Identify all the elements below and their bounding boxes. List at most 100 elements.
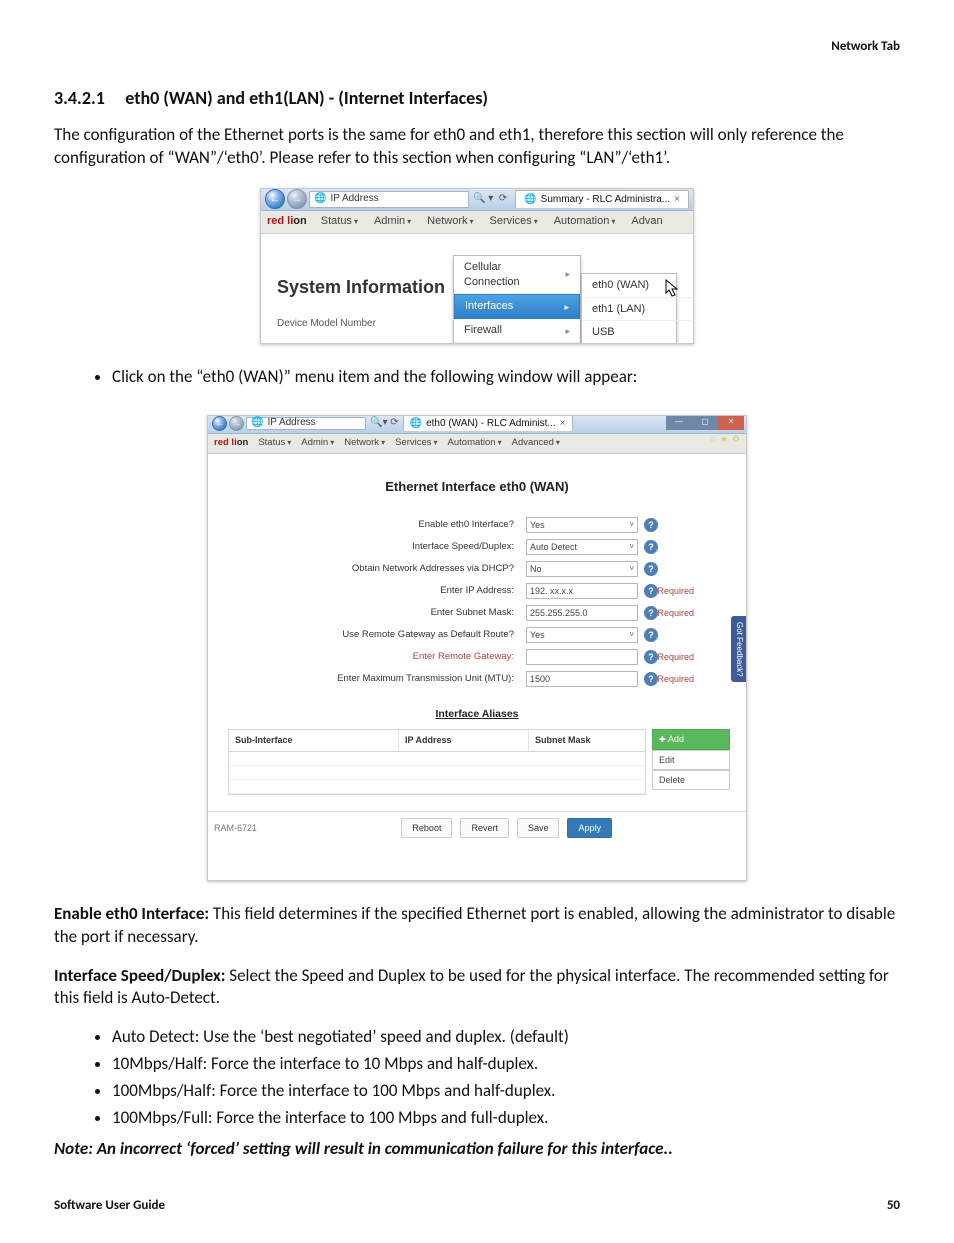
ie-toolbar-icons: ⌂ ★ ⚙ xyxy=(710,433,740,445)
nav-advanced[interactable]: Advan xyxy=(631,214,662,229)
delete-button[interactable]: Delete xyxy=(652,770,730,790)
nav-advanced[interactable]: Advanced xyxy=(512,437,560,450)
table-row[interactable] xyxy=(229,780,645,794)
form-value: 192. xx.x.x xyxy=(530,585,573,597)
form-label: Use Remote Gateway as Default Route? xyxy=(310,629,520,642)
gear-icon[interactable]: ⚙ xyxy=(732,433,740,445)
form-label: Enter Remote Gateway: xyxy=(310,651,520,664)
nav-automation[interactable]: Automation xyxy=(448,437,502,450)
menu-tunneling[interactable]: Tunneling xyxy=(454,343,580,344)
nav-services[interactable]: Services xyxy=(395,437,437,450)
required-badge: Required xyxy=(655,673,696,685)
form-value: Auto Detect xyxy=(530,541,577,553)
form-value: Yes xyxy=(530,519,545,531)
help-icon[interactable]: ? xyxy=(644,518,658,532)
window-max-button[interactable]: ▢ xyxy=(692,416,718,430)
window-buttons: — ▢ ✕ xyxy=(666,416,744,430)
forward-button[interactable]: → xyxy=(229,416,244,431)
feedback-tab[interactable]: Got Feedback? xyxy=(731,616,746,683)
form-input[interactable]: 192. xx.x.x xyxy=(526,583,638,599)
screenshot-menu: ← → 🌐 IP Address 🔍 ▾ ⟳ 🌐 Summary - RLC A… xyxy=(260,188,694,344)
warning-note: Note: An incorrect ‘forced’ setting will… xyxy=(54,1138,900,1161)
tab-title: Summary - RLC Administra... xyxy=(541,193,670,207)
address-field[interactable]: 🌐 IP Address xyxy=(246,417,366,430)
menu-interfaces[interactable]: Interfaces▸ xyxy=(454,294,580,319)
home-icon[interactable]: ⌂ xyxy=(710,433,715,445)
menu-firewall[interactable]: Firewall▸ xyxy=(454,319,580,343)
revert-button[interactable]: Revert xyxy=(460,818,509,838)
menu-cellular[interactable]: Cellular Connection▸ xyxy=(454,256,580,295)
nav-status[interactable]: Status xyxy=(321,214,358,229)
form-input[interactable] xyxy=(526,649,638,665)
edit-button[interactable]: Edit xyxy=(652,750,730,770)
browser-tab[interactable]: 🌐 eth0 (WAN) - RLC Administ... × xyxy=(403,415,573,432)
globe-icon: 🌐 xyxy=(314,192,326,206)
address-field[interactable]: 🌐 IP Address xyxy=(309,191,469,208)
close-tab-icon[interactable]: × xyxy=(674,193,680,207)
explain-speed: Interface Speed/Duplex: Select the Speed… xyxy=(54,965,900,1011)
submenu-eth0[interactable]: eth0 (WAN) xyxy=(582,274,692,298)
tab-title: eth0 (WAN) - RLC Administ... xyxy=(426,417,556,431)
required-badge: Required xyxy=(655,651,696,663)
form-select[interactable]: Yes xyxy=(526,517,638,533)
form-select[interactable]: Yes xyxy=(526,627,638,643)
forward-button[interactable]: → xyxy=(287,189,307,209)
form-select[interactable]: Auto Detect xyxy=(526,539,638,555)
explain-enable-head: Enable eth0 Interface: xyxy=(54,903,209,924)
form-row: Enter IP Address:192. xx.x.x?Required xyxy=(224,583,730,599)
submenu-eth1[interactable]: eth1 (LAN) xyxy=(582,298,692,322)
nav-network[interactable]: Network xyxy=(344,437,385,450)
form-label: Obtain Network Addresses via DHCP? xyxy=(310,563,520,576)
site-navbar: red lion Status Admin Network Services A… xyxy=(261,211,693,234)
table-row[interactable] xyxy=(229,752,645,766)
back-button[interactable]: ← xyxy=(265,189,285,209)
browser-tab[interactable]: 🌐 Summary - RLC Administra... × xyxy=(515,190,689,209)
form-row: Enter Subnet Mask:255.255.255.0?Required xyxy=(224,605,730,621)
help-icon[interactable]: ? xyxy=(644,628,658,642)
explain-speed-head: Interface Speed/Duplex: xyxy=(54,965,225,986)
speed-options-list: Auto Detect: Use the ‘best negotiated’ s… xyxy=(54,1026,900,1130)
instruction-bullet: Click on the “eth0 (WAN)” menu item and … xyxy=(112,366,900,389)
nav-status[interactable]: Status xyxy=(258,437,291,450)
required-badge: Required xyxy=(655,585,696,597)
back-button[interactable]: ← xyxy=(212,416,227,431)
nav-admin[interactable]: Admin xyxy=(374,214,411,229)
nav-menu: Status Admin Network Services Automation… xyxy=(258,437,560,450)
form-value: No xyxy=(530,563,542,575)
table-row[interactable] xyxy=(229,766,645,780)
close-tab-icon[interactable]: × xyxy=(560,417,566,431)
search-refresh[interactable]: 🔍 ▾ ⟳ xyxy=(473,192,507,206)
section-heading: 3.4.2.1 eth0 (WAN) and eth1(LAN) - (Inte… xyxy=(54,86,900,110)
list-item: Auto Detect: Use the ‘best negotiated’ s… xyxy=(112,1026,900,1049)
nav-automation[interactable]: Automation xyxy=(554,214,616,229)
footer-title: Software User Guide xyxy=(54,1197,165,1215)
nav-admin[interactable]: Admin xyxy=(301,437,334,450)
form-label: Interface Speed/Duplex: xyxy=(310,541,520,554)
form-value: Yes xyxy=(530,629,545,641)
col-ipaddress: IP Address xyxy=(399,730,529,750)
nav-services[interactable]: Services xyxy=(490,214,538,229)
nav-network[interactable]: Network xyxy=(427,214,473,229)
save-button[interactable]: Save xyxy=(517,818,560,838)
brand-logo: red lion xyxy=(267,214,307,229)
aliases-table: Sub-Interface IP Address Subnet Mask xyxy=(228,729,646,794)
add-button[interactable]: Add xyxy=(652,729,730,750)
form-row: Obtain Network Addresses via DHCP? No? xyxy=(224,561,730,577)
search-refresh[interactable]: 🔍▾ ⟳ xyxy=(370,416,399,430)
help-icon[interactable]: ? xyxy=(644,540,658,554)
model-row-label: Device Model Number xyxy=(277,317,376,331)
form-label: Enter Maximum Transmission Unit (MTU): xyxy=(310,673,520,686)
apply-button[interactable]: Apply xyxy=(567,818,612,838)
star-icon[interactable]: ★ xyxy=(720,433,728,445)
reboot-button[interactable]: Reboot xyxy=(401,818,452,838)
window-close-button[interactable]: ✕ xyxy=(718,416,744,430)
address-text: IP Address xyxy=(267,416,315,430)
submenu-usb[interactable]: USB xyxy=(582,321,692,343)
help-icon[interactable]: ? xyxy=(644,562,658,576)
form-input[interactable]: 255.255.255.0 xyxy=(526,605,638,621)
form-select[interactable]: No xyxy=(526,561,638,577)
explain-enable: Enable eth0 Interface: This field determ… xyxy=(54,903,900,949)
ie-address-bar: ← → 🌐 IP Address 🔍 ▾ ⟳ 🌐 Summary - RLC A… xyxy=(261,189,693,211)
form-input[interactable]: 1500 xyxy=(526,671,638,687)
window-min-button[interactable]: — xyxy=(666,416,692,430)
